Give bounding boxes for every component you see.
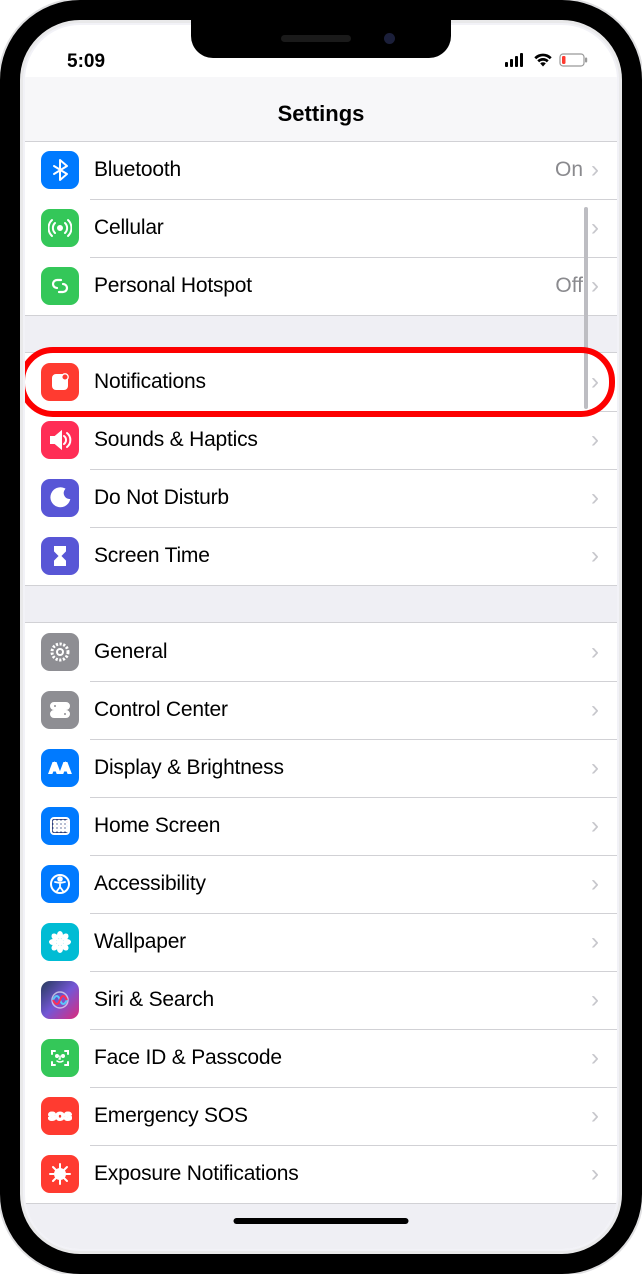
settings-row-cellular[interactable]: Cellular› [25,199,617,257]
link-icon [41,267,79,305]
chevron-right-icon: › [591,1162,599,1186]
settings-row-notifications[interactable]: Notifications› [25,353,617,411]
chevron-right-icon: › [591,544,599,568]
faceid-icon [41,1039,79,1077]
settings-row-personal-hotspot[interactable]: Personal HotspotOff › [25,257,617,315]
chevron-right-icon: › [591,428,599,452]
chevron-right-icon: › [591,158,599,182]
row-label: Cellular [94,216,591,240]
row-value: Off [555,274,583,298]
chevron-right-icon: › [591,486,599,510]
settings-row-control-center[interactable]: Control Center› [25,681,617,739]
row-label: Home Screen [94,814,591,838]
siri-icon [41,981,79,1019]
access-icon [41,865,79,903]
phone-frame: 5:09 Settings BluetoothOn›Cellular›Perso… [0,0,642,1274]
moon-icon [41,479,79,517]
chevron-right-icon: › [591,1104,599,1128]
settings-row-general[interactable]: General› [25,623,617,681]
chevron-right-icon: › [591,640,599,664]
settings-row-home-screen[interactable]: Home Screen› [25,797,617,855]
aa-icon [41,749,79,787]
battery-low-icon [559,51,589,73]
row-label: Sounds & Haptics [94,428,591,452]
bell-icon [41,363,79,401]
row-label: Face ID & Passcode [94,1046,591,1070]
status-time: 5:09 [53,51,105,73]
row-label: Display & Brightness [94,756,591,780]
row-label: Wallpaper [94,930,591,954]
grid-icon [41,807,79,845]
row-label: Screen Time [94,544,591,568]
row-label: Notifications [94,370,591,394]
switches-icon [41,691,79,729]
settings-row-sounds-haptics[interactable]: Sounds & Haptics› [25,411,617,469]
settings-row-do-not-disturb[interactable]: Do Not Disturb› [25,469,617,527]
nav-title: Settings [25,77,617,142]
settings-row-wallpaper[interactable]: Wallpaper› [25,913,617,971]
settings-row-accessibility[interactable]: Accessibility› [25,855,617,913]
settings-row-screen-time[interactable]: Screen Time› [25,527,617,585]
flower-icon [41,923,79,961]
settings-row-emergency-sos[interactable]: Emergency SOS› [25,1087,617,1145]
row-label: Do Not Disturb [94,486,591,510]
hourglass-icon [41,537,79,575]
chevron-right-icon: › [591,814,599,838]
row-label: Control Center [94,698,591,722]
virus-icon [41,1155,79,1193]
settings-row-face-id-passcode[interactable]: Face ID & Passcode› [25,1029,617,1087]
chevron-right-icon: › [591,930,599,954]
scroll-indicator[interactable] [584,207,588,409]
settings-list[interactable]: BluetoothOn›Cellular›Personal HotspotOff… [25,142,617,1249]
row-label: Siri & Search [94,988,591,1012]
row-label: Exposure Notifications [94,1162,591,1186]
row-label: General [94,640,591,664]
settings-row-exposure-notif[interactable]: Exposure Notifications› [25,1145,617,1203]
settings-row-bluetooth[interactable]: BluetoothOn › [25,142,617,199]
chevron-right-icon: › [591,756,599,780]
row-label: Bluetooth [94,158,555,182]
sos-icon [41,1097,79,1135]
settings-row-siri-search[interactable]: Siri & Search› [25,971,617,1029]
settings-group: BluetoothOn›Cellular›Personal HotspotOff… [25,142,617,316]
chevron-right-icon: › [591,370,599,394]
chevron-right-icon: › [591,1046,599,1070]
speaker-icon [41,421,79,459]
settings-row-display-brightness[interactable]: Display & Brightness› [25,739,617,797]
chevron-right-icon: › [591,698,599,722]
chevron-right-icon: › [591,872,599,896]
settings-group: General›Control Center›Display & Brightn… [25,622,617,1204]
home-indicator[interactable] [234,1218,409,1224]
row-label: Accessibility [94,872,591,896]
chevron-right-icon: › [591,274,599,298]
antenna-icon [41,209,79,247]
cellular-signal-icon [505,51,527,73]
settings-group: Notifications›Sounds & Haptics›Do Not Di… [25,352,617,586]
gear-icon [41,633,79,671]
screen: 5:09 Settings BluetoothOn›Cellular›Perso… [25,25,617,1249]
row-label: Emergency SOS [94,1104,591,1128]
phone-notch [191,20,451,58]
chevron-right-icon: › [591,216,599,240]
row-label: Personal Hotspot [94,274,555,298]
bluetooth-icon [41,151,79,189]
wifi-icon [533,51,553,73]
row-value: On [555,158,583,182]
chevron-right-icon: › [591,988,599,1012]
